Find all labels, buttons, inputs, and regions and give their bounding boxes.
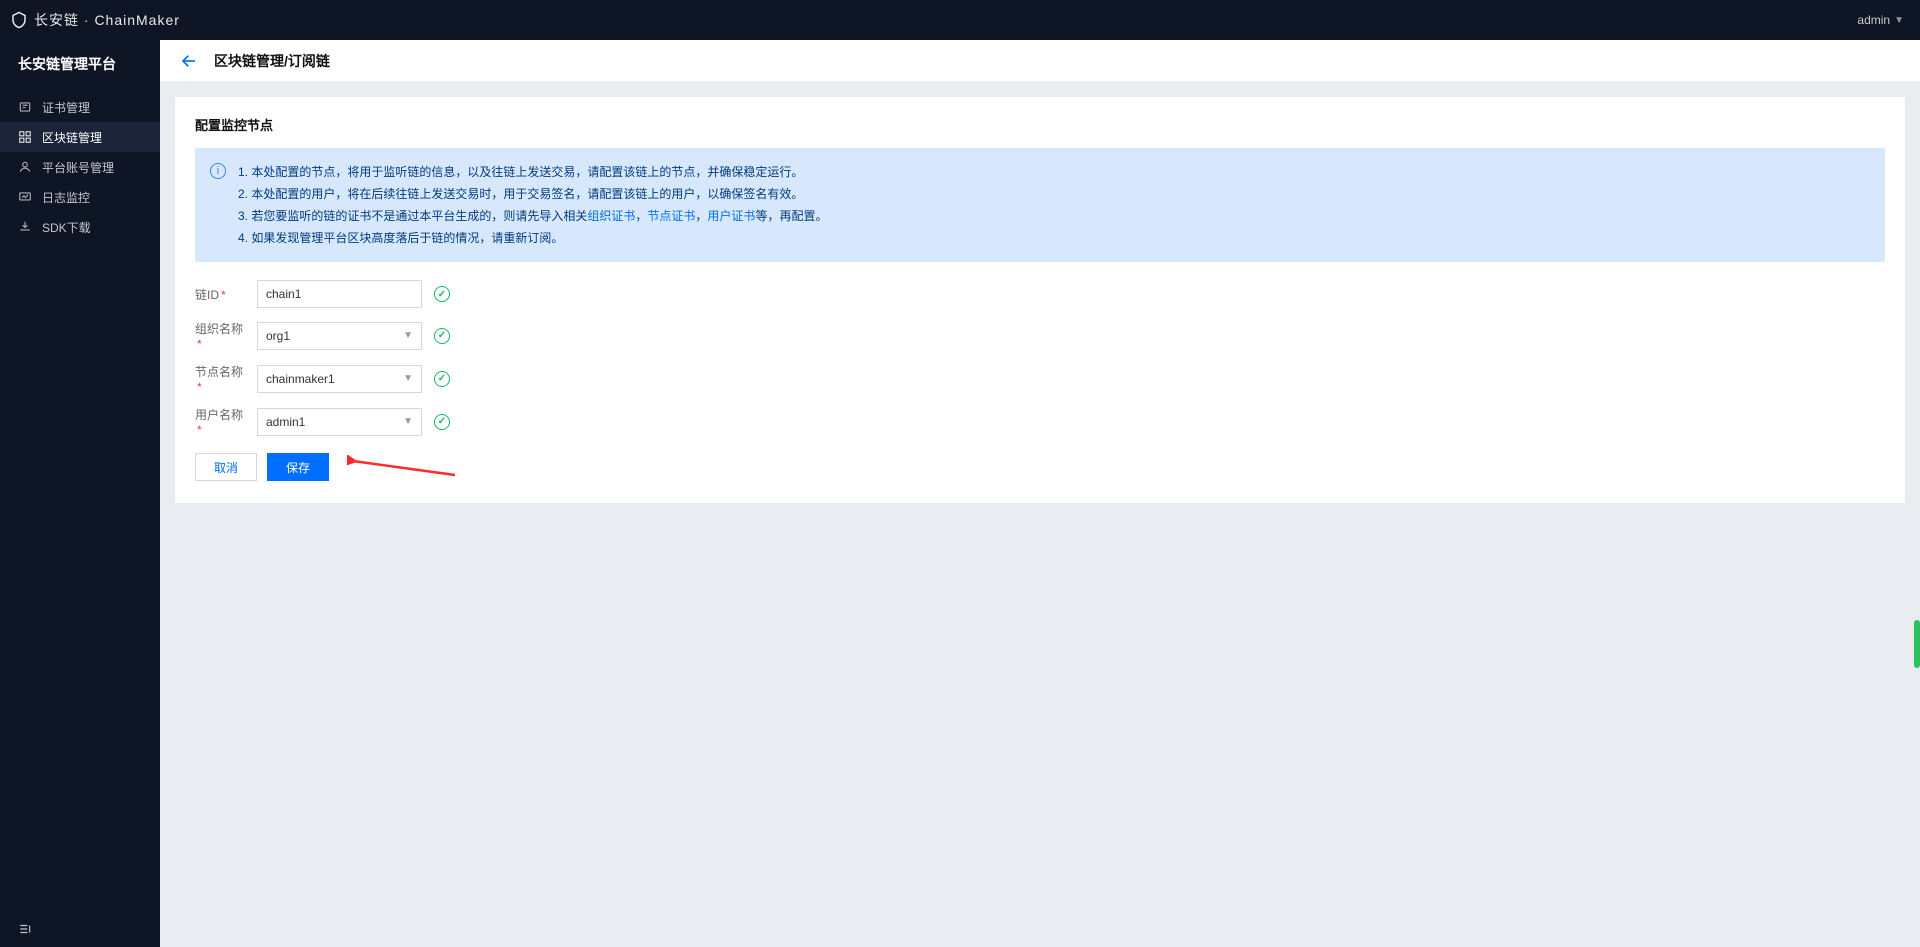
select-org-name-value: org1 <box>266 329 290 343</box>
collapse-icon <box>18 922 32 939</box>
chevron-down-icon: ▼ <box>403 373 413 384</box>
alert-line-1: 1. 本处配置的节点，将用于监听链的信息，以及往链上发送交易，请配置该链上的节点… <box>238 161 827 183</box>
input-chain-id-value: chain1 <box>266 287 301 301</box>
valid-icon: ✓ <box>434 328 450 344</box>
required-mark: * <box>197 423 202 437</box>
config-card: 配置监控节点 i 1. 本处配置的节点，将用于监听链的信息，以及往链上发送交易，… <box>174 96 1906 504</box>
valid-icon: ✓ <box>434 286 450 302</box>
sidebar-item-label: 证书管理 <box>42 99 90 116</box>
valid-icon: ✓ <box>434 414 450 430</box>
link-org-cert[interactable]: 组织证书 <box>587 209 635 223</box>
alert-line-2: 2. 本处配置的用户，将在后续往链上发送交易时，用于交易签名，请配置该链上的用户… <box>238 183 827 205</box>
brand: 长安链 · ChainMaker <box>10 10 180 30</box>
required-mark: * <box>197 380 202 394</box>
scroll-indicator <box>1914 620 1920 668</box>
alert-body: 1. 本处配置的节点，将用于监听链的信息，以及往链上发送交易，请配置该链上的节点… <box>238 161 827 249</box>
chevron-down-icon: ▼ <box>1894 15 1904 26</box>
row-org-name: 组织名称* org1 ▼ ✓ <box>195 320 1885 351</box>
select-user-name-value: admin1 <box>266 415 305 429</box>
sidebar-item-label: 平台账号管理 <box>42 159 114 176</box>
form-actions: 取消 保存 <box>195 453 1885 481</box>
sidebar-item-blockchain[interactable]: 区块链管理 <box>0 122 160 152</box>
label-user-name: 用户名称* <box>195 406 245 437</box>
sidebar-collapse[interactable] <box>0 913 160 947</box>
label-org-name: 组织名称* <box>195 320 245 351</box>
sidebar-item-label: 日志监控 <box>42 189 90 206</box>
info-icon: i <box>210 163 226 179</box>
row-user-name: 用户名称* admin1 ▼ ✓ <box>195 406 1885 437</box>
brand-text: 长安链 · ChainMaker <box>34 10 180 30</box>
select-org-name[interactable]: org1 ▼ <box>257 322 422 350</box>
sidebar-item-label: SDK下载 <box>42 219 91 236</box>
label-node-name: 节点名称* <box>195 363 245 394</box>
page-header: 区块链管理/订阅链 <box>160 40 1920 82</box>
required-mark: * <box>197 337 202 351</box>
sidebar-item-label: 区块链管理 <box>42 129 102 146</box>
user-menu[interactable]: admin ▼ <box>1857 13 1904 27</box>
sidebar-item-log[interactable]: 日志监控 <box>0 182 160 212</box>
sidebar: 长安链管理平台 证书管理 区块链管理 <box>0 40 160 947</box>
user-label: admin <box>1857 13 1890 27</box>
input-chain-id[interactable]: chain1 <box>257 280 422 308</box>
valid-icon: ✓ <box>434 371 450 387</box>
alert-line-4: 4. 如果发现管理平台区块高度落后于链的情况，请重新订阅。 <box>238 227 827 249</box>
label-chain-id: 链ID* <box>195 286 245 303</box>
alert-line-3: 3. 若您要监听的链的证书不是通过本平台生成的，则请先导入相关组织证书，节点证书… <box>238 205 827 227</box>
select-node-name-value: chainmaker1 <box>266 372 335 386</box>
row-chain-id: 链ID* chain1 ✓ <box>195 280 1885 308</box>
info-alert: i 1. 本处配置的节点，将用于监听链的信息，以及往链上发送交易，请配置该链上的… <box>195 148 1885 262</box>
annotation-arrow-icon <box>347 455 457 479</box>
row-node-name: 节点名称* chainmaker1 ▼ ✓ <box>195 363 1885 394</box>
blockchain-icon <box>18 130 32 144</box>
chevron-down-icon: ▼ <box>403 416 413 427</box>
platform-title: 长安链管理平台 <box>0 40 160 88</box>
sidebar-item-account[interactable]: 平台账号管理 <box>0 152 160 182</box>
brand-logo-icon <box>10 10 28 30</box>
monitor-icon <box>18 190 32 204</box>
link-user-cert[interactable]: 用户证书 <box>707 209 755 223</box>
download-icon <box>18 220 32 234</box>
card-title: 配置监控节点 <box>195 115 1885 134</box>
sidebar-item-cert[interactable]: 证书管理 <box>0 92 160 122</box>
save-button[interactable]: 保存 <box>267 453 329 481</box>
required-mark: * <box>221 288 226 302</box>
sidebar-nav: 证书管理 区块链管理 平台账号管理 <box>0 88 160 242</box>
select-node-name[interactable]: chainmaker1 ▼ <box>257 365 422 393</box>
breadcrumb: 区块链管理/订阅链 <box>214 51 330 71</box>
topbar: 长安链 · ChainMaker admin ▼ <box>0 0 1920 40</box>
user-icon <box>18 160 32 174</box>
cancel-button[interactable]: 取消 <box>195 453 257 481</box>
main: 区块链管理/订阅链 配置监控节点 i 1. 本处配置的节点，将用于监听链的信息，… <box>160 40 1920 947</box>
sidebar-item-sdk[interactable]: SDK下载 <box>0 212 160 242</box>
chevron-down-icon: ▼ <box>403 330 413 341</box>
back-button[interactable] <box>180 52 198 70</box>
select-user-name[interactable]: admin1 ▼ <box>257 408 422 436</box>
cert-icon <box>18 100 32 114</box>
link-node-cert[interactable]: 节点证书 <box>647 209 695 223</box>
